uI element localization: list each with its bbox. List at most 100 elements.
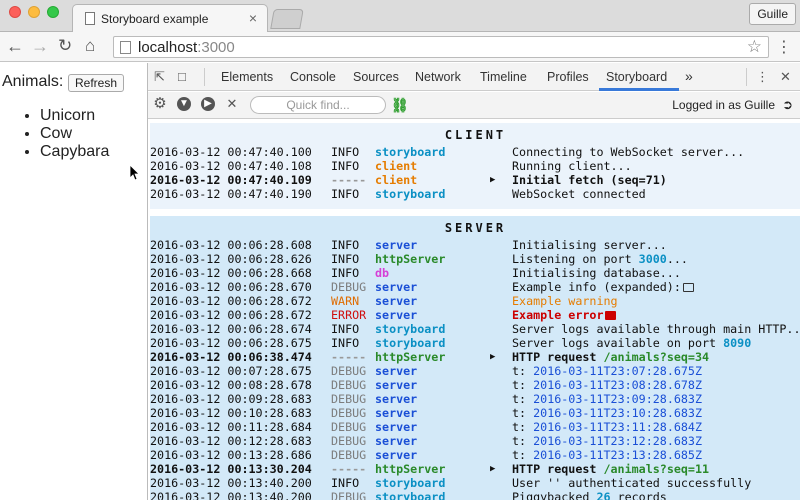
home-icon[interactable]: ⌂: [85, 36, 95, 56]
log-message: Initialising database...: [512, 266, 681, 280]
active-tab-indicator: [599, 88, 679, 91]
log-source: httpServer: [375, 462, 446, 476]
log-source: server: [375, 392, 418, 406]
mouse-cursor-icon: [130, 165, 140, 181]
inspect-element-icon[interactable]: ⇱: [154, 70, 168, 84]
log-level: INFO: [331, 187, 360, 201]
settings-gear-icon[interactable]: ⚙: [153, 96, 167, 111]
log-timestamp: 2016-03-12 00:08:28.678: [150, 378, 312, 392]
folder-icon[interactable]: [605, 311, 617, 320]
section-title: CLIENT: [444, 128, 507, 142]
collapse-all-icon[interactable]: ▶: [201, 97, 215, 111]
log-row: 2016-03-12 00:07:28.675 DEBUG server t: 201…: [150, 364, 800, 378]
animals-label: Animals:: [2, 73, 64, 90]
tab-elements[interactable]: Elements: [221, 70, 273, 84]
log-row[interactable]: 2016-03-12 00:47:40.109 ----- client ▶ Initi…: [150, 173, 800, 187]
tab-profiles[interactable]: Profiles: [547, 70, 589, 84]
log-level: INFO: [331, 476, 360, 490]
expand-arrow-icon[interactable]: ▶: [490, 350, 495, 364]
more-tabs-icon[interactable]: »: [685, 68, 693, 84]
quick-find-input[interactable]: Quick find...: [250, 96, 386, 114]
log-level: INFO: [331, 159, 360, 173]
log-timestamp: 2016-03-12 00:09:28.683: [150, 392, 312, 406]
device-mode-icon[interactable]: □: [178, 70, 192, 84]
log-level: DEBUG: [331, 420, 367, 434]
page-info-icon[interactable]: [120, 41, 131, 54]
log-row: 2016-03-12 00:47:40.190 INFO storyboard Web…: [150, 187, 800, 201]
tab-storyboard[interactable]: Storyboard: [606, 70, 667, 84]
log-timestamp: 2016-03-12 00:47:40.109: [150, 173, 312, 187]
close-window-button[interactable]: [9, 6, 21, 18]
log-timestamp: 2016-03-12 00:13:40.200: [150, 476, 312, 490]
log-row[interactable]: 2016-03-12 00:06:38.474 ----- httpServer ▶ H…: [150, 350, 800, 364]
log-message: Initialising server...: [512, 238, 667, 252]
log-level: -----: [331, 173, 367, 187]
forward-arrow-icon[interactable]: →: [31, 36, 49, 56]
log-source: storyboard: [375, 336, 446, 350]
log-source: server: [375, 420, 418, 434]
animal-list: Unicorn Cow Capybara: [22, 107, 109, 161]
log-timestamp: 2016-03-12 00:47:40.190: [150, 187, 312, 201]
tab-title: Storyboard example: [101, 12, 209, 26]
log-source: storyboard: [375, 322, 446, 336]
devtools-menu-icon[interactable]: ⋮: [756, 70, 770, 84]
storyboard-log-view: CLIENT 2016-03-12 00:47:40.100 INFO storyb…: [148, 120, 800, 500]
log-source: storyboard: [375, 187, 446, 201]
log-source: db: [375, 266, 390, 280]
log-source: server: [375, 238, 418, 252]
log-row: 2016-03-12 00:06:28.668 INFO db Initialisin…: [150, 266, 800, 280]
reload-icon[interactable]: ↻: [58, 36, 72, 56]
server-log-rows: 2016-03-12 00:06:28.608 INFO server Initial…: [150, 238, 800, 500]
log-source: server: [375, 448, 418, 462]
log-source: storyboard: [375, 145, 446, 159]
close-devtools-icon[interactable]: ✕: [780, 70, 794, 84]
log-source: client: [375, 173, 418, 187]
profile-button[interactable]: Guille: [749, 3, 796, 25]
log-level: DEBUG: [331, 392, 367, 406]
expand-all-icon[interactable]: ▼: [177, 97, 191, 111]
tab-console[interactable]: Console: [290, 70, 336, 84]
log-source: server: [375, 294, 418, 308]
tab-sources[interactable]: Sources: [353, 70, 399, 84]
log-message: t: 2016-03-11T23:08:28.678Z: [512, 378, 703, 392]
log-row: 2016-03-12 00:10:28.683 DEBUG server t: 201…: [150, 406, 800, 420]
log-timestamp: 2016-03-12 00:06:28.675: [150, 336, 312, 350]
log-message: Example info (expanded):: [512, 280, 694, 294]
minimize-window-button[interactable]: [28, 6, 40, 18]
log-row: 2016-03-12 00:06:28.608 INFO server Initial…: [150, 238, 800, 252]
logout-icon[interactable]: ➲: [782, 97, 793, 113]
back-arrow-icon[interactable]: ←: [6, 36, 24, 56]
section-title: SERVER: [444, 221, 507, 235]
log-level: DEBUG: [331, 434, 367, 448]
browser-tab[interactable]: Storyboard example ×: [72, 4, 268, 32]
menu-icon[interactable]: ⋮: [776, 37, 792, 57]
tab-timeline[interactable]: Timeline: [480, 70, 527, 84]
folder-icon[interactable]: [682, 283, 694, 292]
log-timestamp: 2016-03-12 00:06:28.626: [150, 252, 312, 266]
log-level: ERROR: [331, 308, 367, 322]
expand-arrow-icon[interactable]: ▶: [490, 462, 495, 476]
new-tab-button[interactable]: [270, 9, 304, 29]
log-row: 2016-03-12 00:47:40.100 INFO storyboard Con…: [150, 145, 800, 159]
client-section: CLIENT 2016-03-12 00:47:40.100 INFO storyb…: [150, 123, 800, 209]
expand-arrow-icon[interactable]: ▶: [490, 173, 495, 187]
log-row: 2016-03-12 00:12:28.683 DEBUG server t: 201…: [150, 434, 800, 448]
tab-close-icon[interactable]: ×: [249, 10, 257, 26]
maximize-window-button[interactable]: [47, 6, 59, 18]
log-source: server: [375, 406, 418, 420]
log-timestamp: 2016-03-12 00:47:40.108: [150, 159, 312, 173]
address-bar[interactable]: localhost:3000 ☆: [113, 36, 769, 58]
clear-logs-icon[interactable]: ✕: [225, 97, 239, 111]
log-row: 2016-03-12 00:09:28.683 DEBUG server t: 201…: [150, 392, 800, 406]
bookmark-star-icon[interactable]: ☆: [747, 37, 762, 57]
log-message: User '' authenticated successfully: [512, 476, 752, 490]
log-row[interactable]: 2016-03-12 00:13:30.204 ----- httpServer ▶ H…: [150, 462, 800, 476]
log-timestamp: 2016-03-12 00:07:28.675: [150, 364, 312, 378]
refresh-button[interactable]: Refresh: [68, 74, 125, 92]
log-message: Server logs available through main HTTP.…: [512, 322, 800, 336]
log-row: 2016-03-12 00:06:28.626 INFO httpServer Lis…: [150, 252, 800, 266]
log-row: 2016-03-12 00:08:28.678 DEBUG server t: 201…: [150, 378, 800, 392]
tab-network[interactable]: Network: [415, 70, 461, 84]
log-row: 2016-03-12 00:06:28.672 ERROR server Exampl…: [150, 308, 800, 322]
connection-link-icon[interactable]: ⛓: [391, 97, 409, 114]
